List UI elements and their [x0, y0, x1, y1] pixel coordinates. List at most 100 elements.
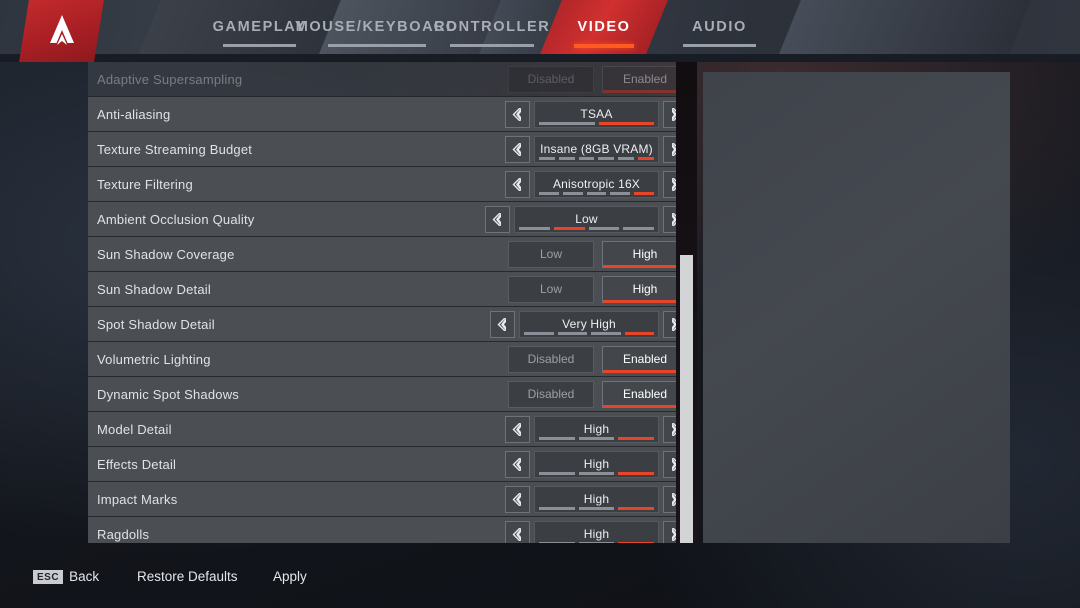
- setting-level-segments: [539, 157, 654, 160]
- level-segment: [562, 192, 583, 195]
- chevron-left-icon[interactable]: [490, 311, 515, 338]
- setting-value-box[interactable]: Low: [514, 206, 659, 233]
- tab-label: CONTROLLER: [433, 19, 551, 35]
- tab-underline: [574, 44, 634, 48]
- toggle-option[interactable]: Low: [508, 241, 594, 268]
- level-segment: [618, 507, 655, 510]
- setting-control: Very High: [490, 307, 688, 342]
- setting-label: Sun Shadow Coverage: [97, 246, 235, 262]
- apply-button[interactable]: Apply: [273, 569, 307, 584]
- setting-value-box[interactable]: High: [534, 486, 659, 513]
- setting-label: Texture Filtering: [97, 176, 193, 192]
- setting-row: Adaptive Supersampling Disabled Enabled: [88, 62, 692, 97]
- tab-controller[interactable]: CONTROLLER: [434, 0, 549, 54]
- setting-control: Anisotropic 16X: [505, 167, 688, 202]
- setting-value: High: [583, 491, 610, 506]
- setting-label: Adaptive Supersampling: [97, 71, 243, 87]
- level-segment: [624, 332, 654, 335]
- setting-control: High: [505, 482, 688, 517]
- chevron-left-icon[interactable]: [505, 521, 530, 543]
- back-button[interactable]: ESC Back: [33, 569, 99, 584]
- setting-label: Anti-aliasing: [97, 106, 171, 122]
- setting-row: Texture Filtering Anisotropic 16X: [88, 167, 692, 202]
- tab-audio[interactable]: AUDIO: [672, 0, 767, 54]
- setting-label: Effects Detail: [97, 456, 177, 472]
- toggle-option[interactable]: Disabled: [508, 381, 594, 408]
- setting-value-box[interactable]: Very High: [519, 311, 659, 338]
- chevron-left-icon[interactable]: [505, 451, 530, 478]
- chevron-left-icon[interactable]: [505, 101, 530, 128]
- setting-value-box[interactable]: High: [534, 416, 659, 443]
- toggle-option[interactable]: Low: [508, 276, 594, 303]
- setting-label: Volumetric Lighting: [97, 351, 211, 367]
- setting-row: Ragdolls High: [88, 517, 692, 543]
- toggle-option[interactable]: Disabled: [508, 346, 594, 373]
- setting-row: Impact Marks High: [88, 482, 692, 517]
- toggle-option-label: Enabled: [622, 387, 668, 401]
- setting-label: Model Detail: [97, 421, 172, 437]
- setting-row: Effects Detail High: [88, 447, 692, 482]
- setting-label: Sun Shadow Detail: [97, 281, 211, 297]
- toggle-option-label: Enabled: [622, 72, 668, 86]
- setting-value: Low: [575, 211, 598, 226]
- back-label: Back: [69, 569, 100, 584]
- level-segment: [519, 227, 550, 230]
- level-segment: [588, 227, 620, 230]
- chevron-left-icon[interactable]: [505, 416, 530, 443]
- header-shard-3: [779, 0, 1031, 54]
- setting-label: Texture Streaming Budget: [97, 141, 253, 157]
- chevron-left-icon[interactable]: [505, 171, 530, 198]
- restore-defaults-button[interactable]: Restore Defaults: [137, 569, 238, 584]
- setting-value-box[interactable]: High: [534, 451, 659, 478]
- setting-row: Volumetric Lighting Disabled Enabled: [88, 342, 692, 377]
- level-segment: [578, 507, 615, 510]
- setting-row: Anti-aliasing TSAA: [88, 97, 692, 132]
- setting-level-segments: [539, 122, 654, 125]
- setting-control: Low High: [500, 237, 688, 272]
- level-segment: [553, 227, 585, 230]
- level-segment: [610, 192, 631, 195]
- tab-label: AUDIO: [692, 19, 747, 35]
- chevron-left-icon[interactable]: [485, 206, 510, 233]
- setting-control: Disabled Enabled: [500, 342, 688, 377]
- toggle-option-label: Disabled: [527, 352, 575, 366]
- setting-value: Insane (8GB VRAM): [540, 141, 653, 156]
- tab-underline: [683, 44, 756, 47]
- setting-control: TSAA: [505, 97, 688, 132]
- level-segment: [578, 437, 615, 440]
- level-segment: [634, 192, 654, 195]
- setting-value-box[interactable]: Insane (8GB VRAM): [534, 136, 659, 163]
- setting-control: Insane (8GB VRAM): [505, 132, 688, 167]
- setting-level-segments: [539, 507, 655, 510]
- setting-value: TSAA: [580, 106, 613, 121]
- setting-value: High: [583, 456, 610, 471]
- video-settings-list[interactable]: Adaptive Supersampling Disabled Enabled Ant…: [88, 62, 692, 543]
- setting-control: Disabled Enabled: [500, 377, 688, 412]
- chevron-left-icon[interactable]: [505, 136, 530, 163]
- level-segment: [586, 192, 607, 195]
- setting-label: Impact Marks: [97, 491, 178, 507]
- setting-value: Very High: [562, 316, 616, 331]
- tab-gameplay[interactable]: GAMEPLAY: [212, 0, 307, 54]
- level-segment: [539, 192, 559, 195]
- level-segment: [578, 542, 615, 543]
- setting-value-box[interactable]: Anisotropic 16X: [534, 171, 659, 198]
- level-segment: [539, 157, 555, 160]
- setting-value-box[interactable]: TSAA: [534, 101, 659, 128]
- setting-row: Sun Shadow Coverage Low High: [88, 237, 692, 272]
- level-segment: [638, 157, 654, 160]
- settings-scrollbar-thumb[interactable]: [680, 255, 693, 543]
- setting-label: Ambient Occlusion Quality: [97, 211, 255, 227]
- setting-value-box[interactable]: High: [534, 521, 659, 543]
- setting-control: High: [505, 447, 688, 482]
- setting-label: Dynamic Spot Shadows: [97, 386, 240, 402]
- setting-row: Ambient Occlusion Quality Low: [88, 202, 692, 237]
- setting-row: Dynamic Spot Shadows Disabled Enabled: [88, 377, 692, 412]
- toggle-option[interactable]: Disabled: [508, 66, 594, 93]
- chevron-left-icon[interactable]: [505, 486, 530, 513]
- footer-actions: ESC Back Restore Defaults Apply: [0, 552, 1080, 608]
- tab-mouse-keyboard[interactable]: MOUSE/KEYBOARD: [296, 0, 457, 54]
- tab-video[interactable]: VIDEO: [540, 0, 668, 54]
- tab-underline: [223, 44, 296, 47]
- level-segment: [623, 227, 654, 230]
